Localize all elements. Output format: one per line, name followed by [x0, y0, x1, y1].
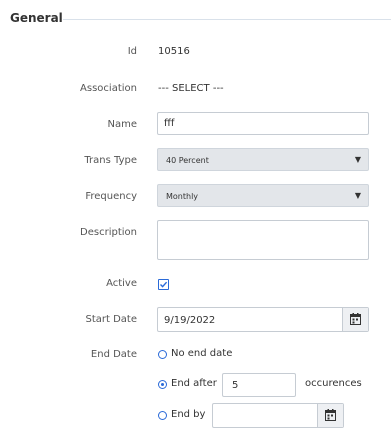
association-label: Association [80, 83, 137, 94]
radio-selected-dot [161, 383, 164, 386]
end-by-calendar-button[interactable] [317, 404, 343, 427]
end-by-radio[interactable] [158, 411, 167, 420]
end-by-date-input[interactable] [212, 403, 344, 428]
end-date-label: End Date [90, 349, 137, 360]
trans-type-value: 40 Percent [166, 156, 209, 165]
active-checkbox[interactable] [158, 279, 169, 290]
no-end-date-radio[interactable] [158, 350, 167, 359]
trans-type-label: Trans Type [84, 155, 137, 166]
name-input-value: fff [164, 118, 175, 129]
occurrences-value: 5 [232, 380, 239, 391]
occurrences-suffix: occurences [305, 378, 362, 389]
frequency-label: Frequency [85, 191, 137, 202]
description-textarea[interactable] [157, 220, 369, 260]
section-divider [63, 19, 391, 20]
occurrences-input[interactable]: 5 [222, 373, 296, 397]
end-after-radio[interactable] [158, 380, 167, 389]
check-icon [160, 281, 168, 288]
start-date-input[interactable]: 9/19/2022 [157, 307, 369, 332]
name-input[interactable]: fff [157, 112, 369, 135]
trans-type-select[interactable]: 40 Percent ▼ [157, 148, 369, 171]
active-label: Active [106, 278, 137, 289]
frequency-select[interactable]: Monthly ▼ [157, 184, 369, 207]
frequency-value: Monthly [166, 192, 199, 201]
no-end-date-label: No end date [171, 348, 233, 359]
calendar-icon [350, 313, 361, 325]
start-date-calendar-button[interactable] [342, 308, 368, 331]
association-select[interactable]: --- SELECT --- [158, 83, 224, 94]
id-value: 10516 [158, 46, 190, 57]
chevron-down-icon: ▼ [354, 155, 361, 164]
end-after-label: End after [171, 378, 217, 389]
chevron-down-icon: ▼ [354, 191, 361, 200]
name-label: Name [107, 119, 137, 130]
description-label: Description [80, 227, 137, 238]
end-by-label: End by [171, 409, 206, 420]
section-title: General [10, 11, 63, 25]
calendar-icon [325, 409, 336, 421]
id-label: Id [127, 46, 137, 57]
start-date-value: 9/19/2022 [164, 315, 216, 326]
start-date-label: Start Date [85, 314, 137, 325]
